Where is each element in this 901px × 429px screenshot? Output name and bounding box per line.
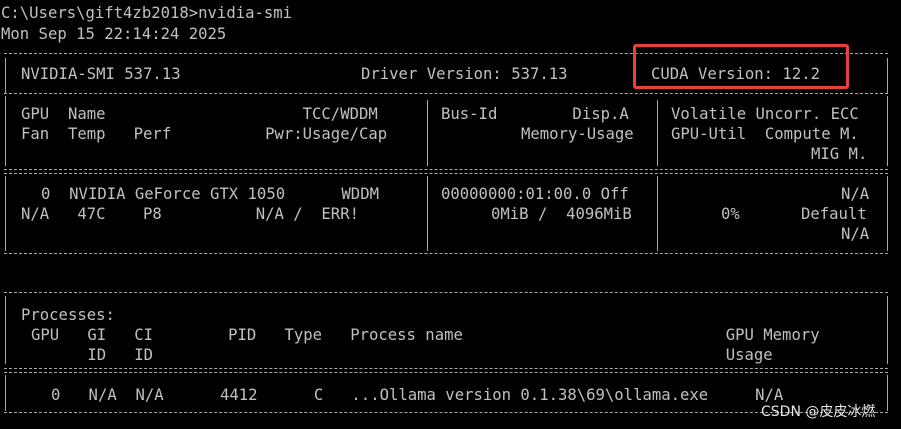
smi-version: NVIDIA-SMI 537.13 <box>21 65 181 83</box>
gpu-table-double-rule <box>4 169 888 174</box>
processes-title: Processes: <box>21 306 115 324</box>
table-right-border <box>887 96 888 166</box>
table-right-border <box>887 58 888 93</box>
mig-header: MIG M. <box>811 145 868 163</box>
table-right-border <box>887 375 888 411</box>
column-divider-2 <box>657 176 658 251</box>
gpu-row-mig: N/A <box>841 225 870 243</box>
process-row: 0 N/A N/A 4412 C ...Ollama version 0.1.3… <box>51 386 784 404</box>
terminal-window[interactable]: C:\Users\gift4zb2018>nvidia-smi Mon Sep … <box>0 0 901 429</box>
table-left-border <box>5 58 6 93</box>
driver-version: Driver Version: 537.13 <box>361 65 568 83</box>
table-right-border <box>887 296 888 364</box>
table-left-border <box>5 176 6 251</box>
column-divider-2 <box>657 100 658 166</box>
processes-double-rule <box>4 368 888 373</box>
gpu-row-util: 0% <box>721 205 740 223</box>
table-left-border <box>5 375 6 411</box>
csdn-watermark: CSDN @皮皮冰燃 <box>761 404 876 420</box>
gpu-util-header: GPU-Util Compute M. <box>671 125 859 143</box>
command-line: C:\Users\gift4zb2018>nvidia-smi <box>1 4 293 22</box>
gpu-table-bottom-rule <box>4 253 888 254</box>
header-divider <box>4 93 888 94</box>
gpu-row-bus-id: 00000000:01:00.0 Off <box>441 185 629 203</box>
processes-top-rule <box>4 292 888 293</box>
fan-temp-header: Fan Temp Perf Pwr:Usage/Cap <box>21 125 388 143</box>
gpu-name-header: GPU Name TCC/WDDM <box>21 105 378 123</box>
gpu-row-compute-mode: Default <box>801 205 867 223</box>
memory-usage-header: Memory-Usage <box>521 125 634 143</box>
processes-bottom-rule <box>4 412 888 413</box>
gpu-row-ecc: N/A <box>841 185 870 203</box>
column-divider-1 <box>427 176 428 251</box>
table-left-border <box>5 296 6 364</box>
volatile-ecc-header: Volatile Uncorr. ECC <box>671 105 859 123</box>
bus-id-header: Bus-Id Disp.A <box>441 105 629 123</box>
table-left-border <box>5 96 6 166</box>
table-right-border <box>887 176 888 251</box>
column-divider-1 <box>427 100 428 166</box>
cuda-version-highlight-box <box>633 44 849 89</box>
processes-header-2: ID ID Usage <box>31 346 773 364</box>
gpu-row-stats: N/A 47C P8 N/A / ERR! <box>21 205 359 223</box>
gpu-row-name: 0 NVIDIA GeForce GTX 1050 WDDM <box>41 185 379 203</box>
timestamp: Mon Sep 15 22:14:24 2025 <box>1 25 227 43</box>
gpu-row-memory: 0MiB / 4096MiB <box>491 205 632 223</box>
processes-header-1: GPU GI CI PID Type Process name GPU Memo… <box>31 326 820 344</box>
